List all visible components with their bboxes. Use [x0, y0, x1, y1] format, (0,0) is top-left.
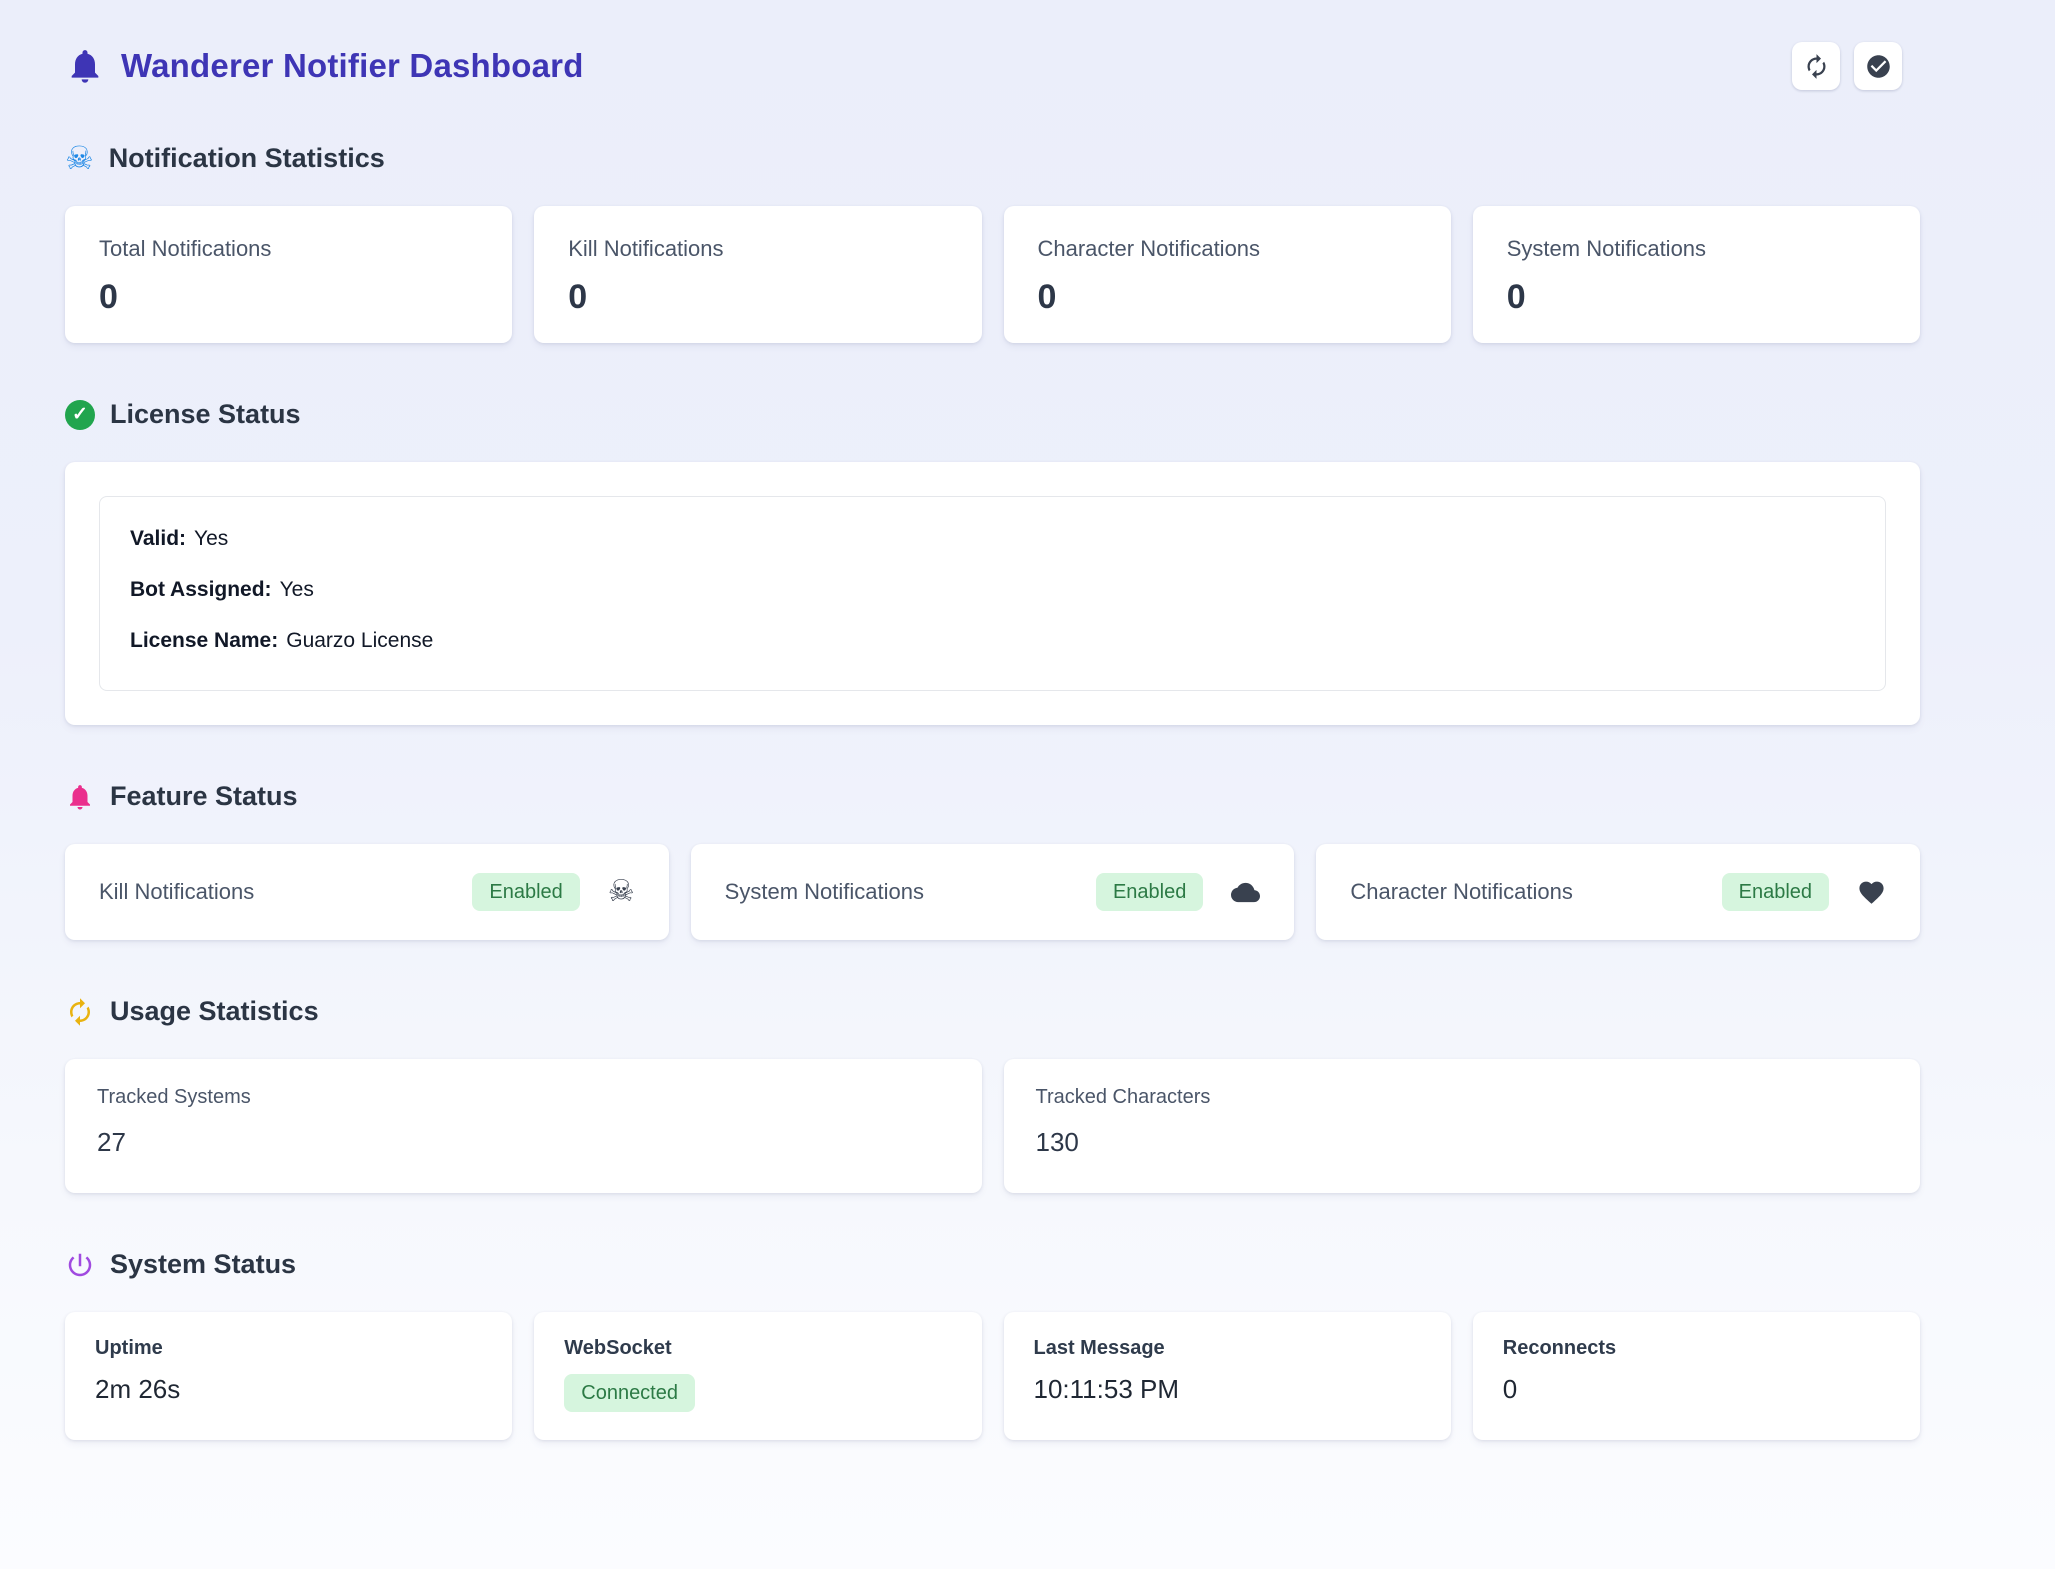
section-header: ☠ Notification Statistics	[65, 142, 1920, 174]
usage-cards-row: Tracked Systems 27 Tracked Characters 13…	[65, 1059, 1920, 1193]
skull-crossbones-icon: ☠	[65, 142, 94, 174]
system-value: 2m 26s	[95, 1374, 482, 1405]
section-title-text: Notification Statistics	[109, 143, 385, 174]
system-cards-row: Uptime 2m 26s WebSocket Connected Last M…	[65, 1312, 1920, 1440]
usage-value: 27	[97, 1127, 950, 1158]
refresh-icon	[1803, 53, 1830, 80]
license-field-label: License Name:	[130, 629, 278, 652]
section-header: Feature Status	[65, 781, 1920, 812]
feature-label: Character Notifications	[1350, 879, 1721, 905]
section-header: ✓ License Status	[65, 399, 1920, 430]
license-field-label: Valid:	[130, 527, 186, 550]
stat-label: Kill Notifications	[568, 236, 947, 262]
sync-icon	[65, 997, 95, 1027]
usage-label: Tracked Characters	[1036, 1086, 1889, 1109]
license-name-row: License Name: Guarzo License	[130, 629, 1855, 653]
license-field-label: Bot Assigned:	[130, 578, 272, 601]
status-badge: Enabled	[1096, 873, 1203, 911]
stat-label: System Notifications	[1507, 236, 1886, 262]
system-card-last-message: Last Message 10:11:53 PM	[1004, 1312, 1451, 1440]
section-title-text: Usage Statistics	[110, 996, 319, 1027]
check-circle-icon	[1865, 53, 1892, 80]
heart-icon	[1857, 878, 1886, 907]
status-badge: Enabled	[1722, 873, 1829, 911]
system-label: Reconnects	[1503, 1337, 1890, 1360]
usage-label: Tracked Systems	[97, 1086, 950, 1109]
feature-card-kill-notifications: Kill Notifications Enabled ☠	[65, 844, 669, 940]
feature-cards-row: Kill Notifications Enabled ☠ System Noti…	[65, 844, 1920, 940]
stat-value: 0	[568, 278, 947, 317]
feature-card-system-notifications: System Notifications Enabled	[691, 844, 1295, 940]
stat-card-kill-notifications: Kill Notifications 0	[534, 206, 981, 343]
license-details-box: Valid: Yes Bot Assigned: Yes License Name:…	[99, 496, 1886, 691]
system-label: Uptime	[95, 1337, 482, 1360]
system-label: WebSocket	[564, 1337, 951, 1360]
stat-card-system-notifications: System Notifications 0	[1473, 206, 1920, 343]
refresh-button[interactable]	[1792, 42, 1840, 90]
section-title-text: System Status	[110, 1249, 296, 1280]
section-header: Usage Statistics	[65, 996, 1920, 1027]
stat-value: 0	[1507, 278, 1886, 317]
section-license-status: ✓ License Status Valid: Yes Bot Assigned:…	[65, 399, 1920, 725]
system-value: 0	[1503, 1374, 1890, 1405]
status-badge: Enabled	[472, 873, 579, 911]
bell-icon	[65, 782, 95, 812]
header: Wanderer Notifier Dashboard	[65, 42, 1920, 90]
stat-card-total-notifications: Total Notifications 0	[65, 206, 512, 343]
system-card-uptime: Uptime 2m 26s	[65, 1312, 512, 1440]
license-bot-assigned-row: Bot Assigned: Yes	[130, 578, 1855, 602]
header-left: Wanderer Notifier Dashboard	[65, 46, 584, 86]
license-valid-row: Valid: Yes	[130, 527, 1855, 551]
section-notification-statistics: ☠ Notification Statistics Total Notifica…	[65, 142, 1920, 343]
dashboard-page: Wanderer Notifier Dashboard ☠ Notificati…	[65, 0, 1920, 1440]
power-icon	[65, 1250, 95, 1280]
feature-card-character-notifications: Character Notifications Enabled	[1316, 844, 1920, 940]
usage-value: 130	[1036, 1127, 1889, 1158]
usage-card-tracked-systems: Tracked Systems 27	[65, 1059, 982, 1193]
stat-card-character-notifications: Character Notifications 0	[1004, 206, 1451, 343]
stat-value: 0	[99, 278, 478, 317]
bell-icon	[65, 46, 105, 86]
section-title-text: License Status	[110, 399, 301, 430]
feature-label: Kill Notifications	[99, 879, 472, 905]
connection-status-badge: Connected	[564, 1374, 695, 1412]
cloud-icon	[1231, 878, 1260, 907]
license-field-value: Guarzo License	[286, 629, 433, 652]
license-field-value: Yes	[280, 578, 314, 601]
system-card-reconnects: Reconnects 0	[1473, 1312, 1920, 1440]
license-card: Valid: Yes Bot Assigned: Yes License Name:…	[65, 462, 1920, 725]
section-header: System Status	[65, 1249, 1920, 1280]
header-actions	[1792, 42, 1902, 90]
license-field-value: Yes	[194, 527, 228, 550]
system-label: Last Message	[1034, 1337, 1421, 1360]
section-usage-statistics: Usage Statistics Tracked Systems 27 Trac…	[65, 996, 1920, 1193]
system-value: 10:11:53 PM	[1034, 1374, 1421, 1405]
section-system-status: System Status Uptime 2m 26s WebSocket Co…	[65, 1249, 1920, 1440]
confirm-button[interactable]	[1854, 42, 1902, 90]
feature-label: System Notifications	[725, 879, 1096, 905]
stat-label: Character Notifications	[1038, 236, 1417, 262]
stat-cards-row: Total Notifications 0 Kill Notifications…	[65, 206, 1920, 343]
section-feature-status: Feature Status Kill Notifications Enable…	[65, 781, 1920, 940]
page-title: Wanderer Notifier Dashboard	[121, 47, 584, 85]
section-title-text: Feature Status	[110, 781, 298, 812]
check-circle-icon: ✓	[65, 400, 95, 430]
stat-value: 0	[1038, 278, 1417, 317]
usage-card-tracked-characters: Tracked Characters 130	[1004, 1059, 1921, 1193]
stat-label: Total Notifications	[99, 236, 478, 262]
system-card-websocket: WebSocket Connected	[534, 1312, 981, 1440]
skull-crossbones-icon: ☠	[608, 877, 635, 907]
